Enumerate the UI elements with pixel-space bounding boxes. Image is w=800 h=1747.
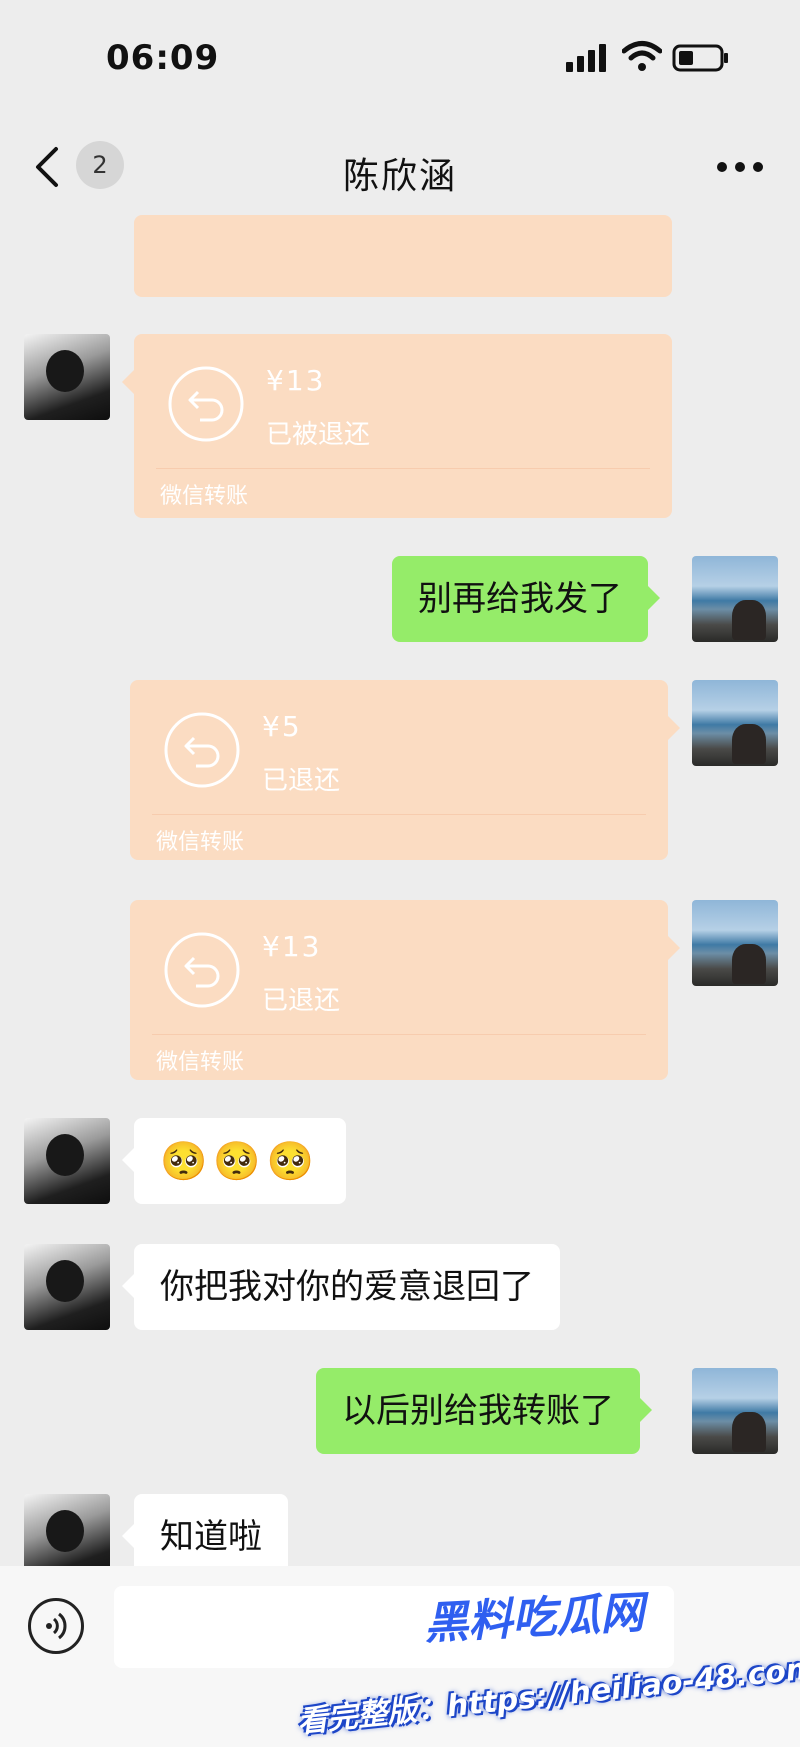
transfer-amount: ¥13 [262,930,322,963]
my-avatar[interactable] [692,556,778,642]
divider [152,1034,646,1035]
transfer-card[interactable]: ¥5 已退还 微信转账 [130,680,680,860]
battery-icon [672,44,728,72]
transfer-status: 已被退还 [266,420,371,450]
transfer-card[interactable] [134,215,672,297]
transfer-label: 微信转账 [156,830,245,855]
refund-icon [164,932,240,1008]
wifi-icon [622,41,662,71]
transfer-label: 微信转账 [160,484,249,509]
more-options-icon[interactable] [716,161,764,173]
transfer-amount: ¥13 [266,364,326,397]
contact-avatar[interactable] [24,1244,110,1330]
transfer-status: 已退还 [262,766,341,796]
status-bar: 06:09 [0,0,800,115]
message-bubble[interactable]: 以后别给我转账了 [316,1368,652,1454]
chat-header: 2 陈欣涵 [0,115,800,215]
message-bubble[interactable]: 你把我对你的爱意退回了 [122,1244,560,1330]
refund-icon [164,712,240,788]
transfer-card[interactable]: ¥13 已被退还 微信转账 [122,334,672,518]
contact-name-title: 陈欣涵 [342,156,457,197]
transfer-status: 已退还 [262,986,341,1016]
my-avatar[interactable] [692,900,778,986]
divider [152,814,646,815]
voice-icon [46,1612,67,1640]
transfer-amount: ¥5 [262,710,302,743]
refund-icon [168,366,244,442]
transfer-label: 微信转账 [156,1050,245,1075]
my-avatar[interactable] [692,1368,778,1454]
status-time: 06:09 [106,38,220,78]
divider [156,468,650,469]
contact-avatar[interactable] [24,334,110,420]
transfer-card[interactable]: ¥13 已退还 微信转账 [130,900,680,1080]
my-avatar[interactable] [692,680,778,766]
contact-avatar[interactable] [24,1118,110,1204]
signal-icon [566,44,606,72]
voice-input-button[interactable] [28,1598,84,1654]
message-bubble[interactable]: 别再给我发了 [392,556,660,642]
watermark-brand: 黑料吃瓜网 [423,1587,646,1650]
message-bubble[interactable]: 🥺🥺🥺 [122,1118,346,1204]
